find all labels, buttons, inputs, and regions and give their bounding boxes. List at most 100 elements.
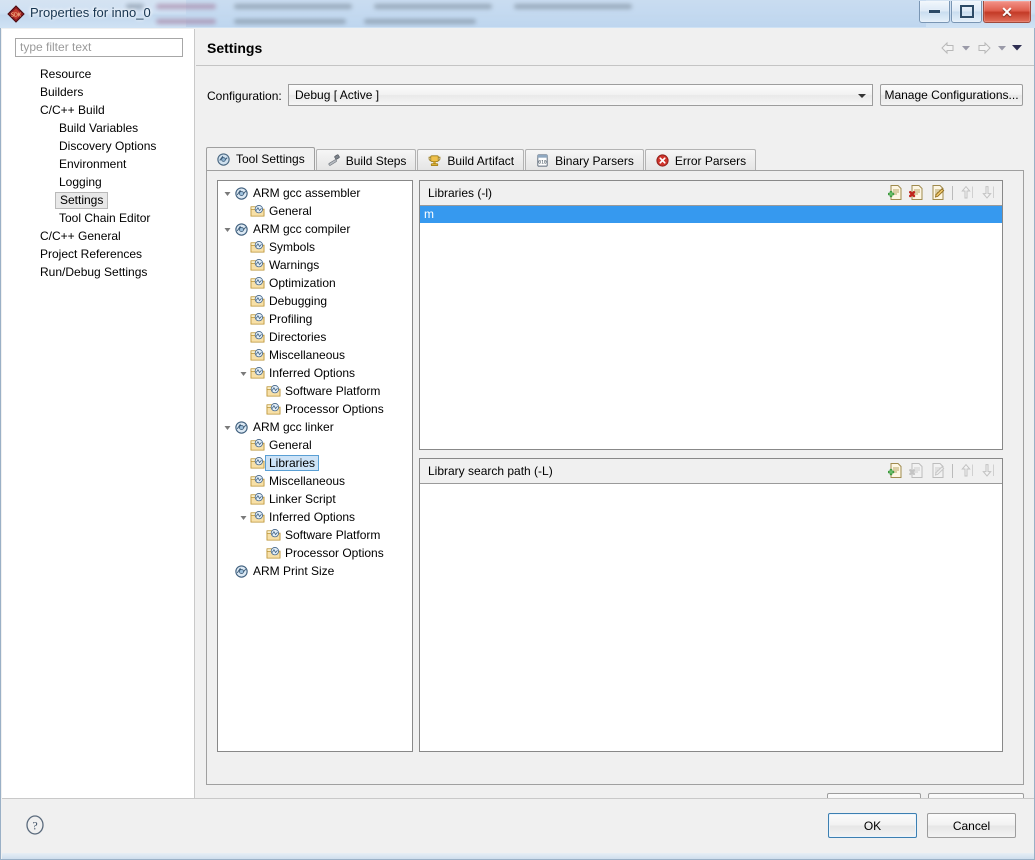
tab-build-artifact[interactable]: Build Artifact <box>417 149 525 171</box>
tool-tree-item-label: Profiling <box>269 312 313 326</box>
tool-tree-item[interactable]: Inferred Options <box>218 508 412 526</box>
move-up-icon <box>958 462 975 479</box>
tool-tree-item[interactable]: Warnings <box>218 256 412 274</box>
tool-tree-item[interactable]: General <box>218 436 412 454</box>
tab-error-parsers[interactable]: Error Parsers <box>644 149 757 171</box>
expand-arrow-icon[interactable] <box>238 513 249 522</box>
nav-item-discovery-options[interactable]: Discovery Options <box>2 137 195 155</box>
build-steps-icon <box>326 153 341 168</box>
tool-tree-item[interactable]: Libraries <box>218 454 412 472</box>
tool-icon <box>233 564 250 579</box>
tab-label: Build Artifact <box>447 153 515 168</box>
expand-arrow-icon[interactable] <box>238 369 249 378</box>
tab-label: Build Steps <box>345 153 407 168</box>
move-down-icon <box>979 462 996 479</box>
tab-label: Tool Settings <box>236 152 305 166</box>
folder-icon <box>249 456 266 470</box>
nav-item-environment[interactable]: Environment <box>2 155 195 173</box>
tool-tree-item[interactable]: Miscellaneous <box>218 346 412 364</box>
tool-tree-item[interactable]: Directories <box>218 328 412 346</box>
minimize-button[interactable] <box>919 1 950 23</box>
tool-tree-item[interactable]: General <box>218 202 412 220</box>
expand-arrow-icon[interactable] <box>222 423 233 432</box>
restore-button[interactable] <box>951 1 982 23</box>
libraries-panel-toolbar <box>888 184 996 201</box>
library-search-path-list[interactable] <box>420 484 1002 751</box>
tab-binary-parsers[interactable]: 010 Binary Parsers <box>525 149 644 171</box>
help-icon[interactable]: ? <box>24 814 46 836</box>
nav-item-builders[interactable]: Builders <box>2 83 195 101</box>
settings-navigation-tree: type filter text Resource Builders C/C++ B… <box>2 29 195 798</box>
tool-tree-item[interactable]: Profiling <box>218 310 412 328</box>
tool-tree-item[interactable]: ARM gcc assembler <box>218 184 412 202</box>
nav-item-tool-chain-editor[interactable]: Tool Chain Editor <box>2 209 195 227</box>
folder-icon <box>249 348 266 362</box>
tool-tree-item-label: Inferred Options <box>269 510 356 524</box>
tab-tool-settings[interactable]: Tool Settings <box>206 147 315 171</box>
tool-tree-item[interactable]: Inferred Options <box>218 364 412 382</box>
nav-item-label: Project References <box>40 247 143 261</box>
tab-build-steps[interactable]: Build Steps <box>315 149 417 171</box>
tab-bar: Tool Settings Build Steps Build Artifact 01… <box>206 147 1024 171</box>
back-dropdown-icon[interactable] <box>958 39 973 56</box>
build-artifact-icon <box>427 153 442 168</box>
tool-tree-item[interactable]: Software Platform <box>218 382 412 400</box>
edit-icon[interactable] <box>930 184 947 201</box>
expand-arrow-icon[interactable] <box>222 225 233 234</box>
aero-glass-backdrop <box>126 0 926 27</box>
tool-tree-item[interactable]: ARM Print Size <box>218 562 412 580</box>
tool-tree-item[interactable]: Processor Options <box>218 400 412 418</box>
nav-item-project-references[interactable]: Project References <box>2 245 195 263</box>
back-arrow-icon[interactable] <box>937 39 958 56</box>
tool-tree-item-label: Miscellaneous <box>269 474 346 488</box>
nav-item-settings[interactable]: Settings <box>2 191 195 209</box>
list-item[interactable]: m <box>420 206 1002 223</box>
svg-text:010: 010 <box>538 159 547 165</box>
folder-icon <box>249 510 266 524</box>
add-icon[interactable] <box>888 462 905 479</box>
tool-tree-item-label: General <box>269 438 312 452</box>
folder-icon <box>265 384 282 398</box>
filter-input[interactable]: type filter text <box>15 38 183 57</box>
nav-item-resource[interactable]: Resource <box>2 65 195 83</box>
nav-item-label: C/C++ Build <box>40 103 105 117</box>
nav-item-label: Run/Debug Settings <box>40 265 148 279</box>
nav-item-run-debug-settings[interactable]: Run/Debug Settings <box>2 263 195 281</box>
nav-item-c-c-build[interactable]: C/C++ Build <box>2 101 195 119</box>
settings-page: Settings Configuration: Debug [Active]… <box>196 29 1034 817</box>
forward-arrow-icon[interactable] <box>973 39 994 56</box>
folder-icon <box>265 402 282 416</box>
tool-tree-item[interactable]: Optimization <box>218 274 412 292</box>
tool-tree-item[interactable]: ARM gcc compiler <box>218 220 412 238</box>
dialog-body: type filter text Resource Builders C/C++ B… <box>0 28 1035 860</box>
tool-tree-item[interactable]: Software Platform <box>218 526 412 544</box>
nav-item-c-c-general[interactable]: C/C++ General <box>2 227 195 245</box>
folder-icon <box>249 240 266 254</box>
tool-tree-item[interactable]: Miscellaneous <box>218 472 412 490</box>
configuration-row: Configuration: Debug [ Active ] Manage C… <box>207 84 1023 110</box>
delete-icon[interactable] <box>909 184 926 201</box>
tab-label: Error Parsers <box>674 153 747 168</box>
configuration-select[interactable]: Debug [ Active ] <box>288 84 873 106</box>
libraries-list[interactable]: m <box>420 206 1002 449</box>
add-icon[interactable] <box>888 184 905 201</box>
library-search-path-title: Library search path (-L) <box>428 464 553 478</box>
nav-item-label: Logging <box>59 175 102 189</box>
tool-tree-item[interactable]: Processor Options <box>218 544 412 562</box>
close-button[interactable]: ✕ <box>983 1 1031 23</box>
tool-tree-item[interactable]: Symbols <box>218 238 412 256</box>
library-search-path-toolbar <box>888 462 996 479</box>
dialog-footer: ? OK Cancel <box>2 798 1034 858</box>
forward-dropdown-icon[interactable] <box>994 39 1009 56</box>
tool-tree-item-label: Miscellaneous <box>269 348 346 362</box>
tool-tree-item[interactable]: Linker Script <box>218 490 412 508</box>
tool-tree-item[interactable]: ARM gcc linker <box>218 418 412 436</box>
manage-configurations-button[interactable]: Manage Configurations... <box>880 84 1023 106</box>
nav-item-logging[interactable]: Logging <box>2 173 195 191</box>
nav-item-build-variables[interactable]: Build Variables <box>2 119 195 137</box>
view-menu-icon[interactable] <box>1009 39 1024 56</box>
ok-button[interactable]: OK <box>828 813 917 838</box>
cancel-button[interactable]: Cancel <box>927 813 1016 838</box>
tool-tree-item[interactable]: Debugging <box>218 292 412 310</box>
expand-arrow-icon[interactable] <box>222 189 233 198</box>
